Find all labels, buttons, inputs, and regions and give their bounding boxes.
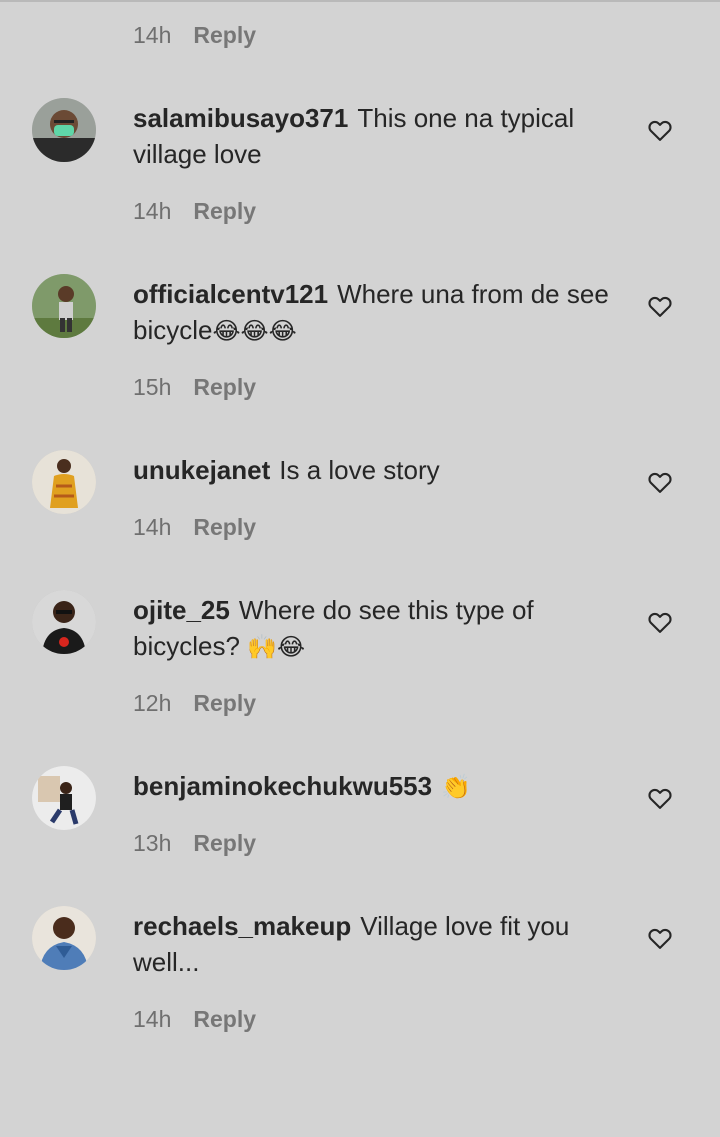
avatar[interactable] (32, 450, 96, 514)
comment-meta: 14h Reply (133, 198, 256, 225)
comment-username[interactable]: officialcentv121 (133, 279, 328, 309)
reply-button[interactable]: Reply (193, 22, 256, 48)
avatar[interactable] (32, 590, 96, 654)
avatar[interactable] (32, 906, 96, 970)
comment-username[interactable]: benjaminokechukwu553 (133, 771, 432, 801)
comment-time: 12h (133, 690, 172, 716)
reply-button[interactable]: Reply (193, 374, 256, 400)
comment-time: 15h (133, 374, 172, 400)
comment-text: Is a love story (279, 455, 440, 485)
like-heart-icon[interactable] (646, 468, 674, 496)
comment-username[interactable]: unukejanet (133, 455, 270, 485)
reply-button[interactable]: Reply (193, 514, 256, 540)
comment-body: unukejanet Is a love story (133, 452, 613, 488)
reply-button[interactable]: Reply (193, 830, 256, 856)
avatar[interactable] (32, 274, 96, 338)
comment-meta: 12h Reply (133, 690, 256, 717)
comment-time: 14h (133, 514, 172, 540)
raising-hands-laughing-emoji-icon: 🙌😂 (247, 633, 306, 661)
like-heart-icon[interactable] (646, 924, 674, 952)
comment-time: 14h (133, 22, 172, 48)
comment-time: 14h (133, 198, 172, 224)
comment-body: salamibusayo371 This one na typical villa… (133, 100, 613, 172)
comment-username[interactable]: salamibusayo371 (133, 103, 348, 133)
like-heart-icon[interactable] (646, 784, 674, 812)
comment-time: 14h (133, 1006, 172, 1032)
previous-comment-meta: 14h Reply (133, 22, 256, 49)
top-divider (0, 0, 720, 2)
reply-button[interactable]: Reply (193, 198, 256, 224)
comment-body: ojite_25 Where do see this type of bicycl… (133, 592, 613, 665)
like-heart-icon[interactable] (646, 292, 674, 320)
reply-button[interactable]: Reply (193, 1006, 256, 1032)
comment-meta: 14h Reply (133, 1006, 256, 1033)
clapping-hands-emoji-icon: 👏 (441, 773, 471, 801)
avatar[interactable] (32, 766, 96, 830)
comment-body: rechaels_makeup Village love fit you well… (133, 908, 613, 980)
comment-meta: 15h Reply (133, 374, 256, 401)
comment-time: 13h (133, 830, 172, 856)
comment-body: benjaminokechukwu553 👏 (133, 768, 613, 805)
comment-meta: 13h Reply (133, 830, 256, 857)
laughing-emoji-icon: 😂😂😂 (212, 317, 297, 345)
comment-meta: 14h Reply (133, 514, 256, 541)
comment-username[interactable]: ojite_25 (133, 595, 230, 625)
avatar[interactable] (32, 98, 96, 162)
comment-username[interactable]: rechaels_makeup (133, 911, 351, 941)
like-heart-icon[interactable] (646, 608, 674, 636)
comment-body: officialcentv121 Where una from de see bi… (133, 276, 613, 349)
reply-button[interactable]: Reply (193, 690, 256, 716)
like-heart-icon[interactable] (646, 116, 674, 144)
